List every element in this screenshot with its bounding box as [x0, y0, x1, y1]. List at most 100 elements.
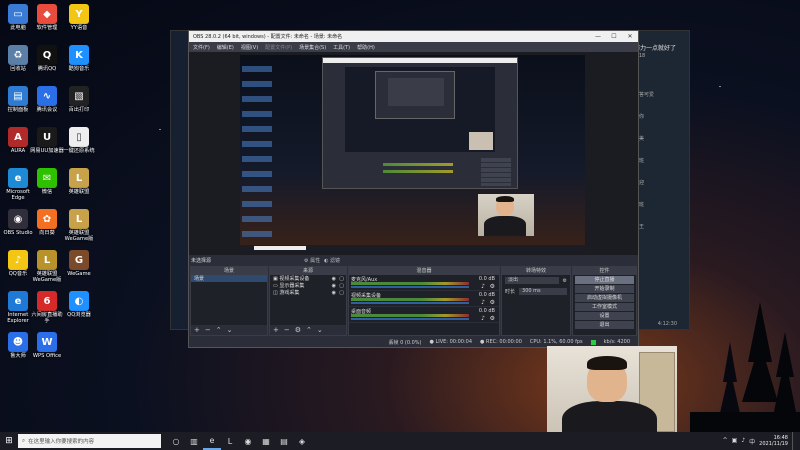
gear-icon[interactable]: ⚙ — [295, 326, 301, 334]
lock-icon[interactable]: ▢ — [339, 290, 344, 296]
duration-label: 时长 — [505, 289, 516, 295]
desktop-icon[interactable]: G WeGame — [61, 250, 97, 278]
move-up-icon[interactable]: ⌃ — [306, 326, 312, 334]
desktop-icon-label: 腾讯QQ — [37, 66, 57, 72]
volume-slider[interactable] — [351, 318, 469, 320]
files-taskbar-icon[interactable]: ▤ — [275, 432, 293, 450]
move-down-icon[interactable]: ⌄ — [227, 326, 233, 334]
control-buttons: 停止直播 开始录制 启动虚拟摄像机 工作室模式 设置 退出 — [573, 276, 636, 329]
clock-date: 2021/11/19 — [759, 441, 788, 447]
obs-taskbar-icon[interactable]: ▥ — [185, 432, 203, 450]
minimize-icon[interactable]: — — [590, 31, 606, 42]
stop-streaming-button[interactable]: 停止直播 — [575, 276, 634, 284]
show-desktop-button[interactable] — [792, 432, 796, 450]
obs-preview-area[interactable] — [189, 52, 638, 265]
app-icon: ▤ — [8, 86, 28, 106]
desktop-icon[interactable]: ▯ 一键还原系统 — [61, 127, 97, 155]
desktop-icon[interactable]: ◐ QQ浏览器 — [61, 291, 97, 319]
start-virtual-camera-button[interactable]: 启动虚拟摄像机 — [575, 294, 634, 302]
edge-taskbar-icon[interactable]: e — [203, 432, 221, 450]
desktop-icon[interactable]: W WPS Office — [29, 332, 65, 360]
filters-button[interactable]: ◐ 滤镜 — [324, 257, 340, 264]
transition-duration-input[interactable]: 300 ms — [519, 288, 567, 295]
desktop-icon[interactable]: Y YY语音 — [61, 4, 97, 32]
desktop-icon[interactable]: ▧ 百出打印 — [61, 86, 97, 114]
transition-type-select[interactable]: 淡出 — [505, 277, 559, 284]
menu-profile[interactable]: 配置文件(P) — [265, 44, 292, 51]
desktop-icon[interactable]: U 网易UU加速器 — [29, 127, 65, 155]
volume-slider[interactable] — [351, 302, 469, 304]
taskbar-clock[interactable]: 16:48 2021/11/19 — [759, 435, 788, 447]
properties-button[interactable]: ⚙ 属性 — [304, 257, 320, 264]
menu-edit[interactable]: 编辑(E) — [217, 44, 234, 51]
start-button[interactable]: ⊞ — [0, 432, 18, 450]
desktop-icon[interactable]: L 英雄联盟 — [61, 168, 97, 196]
desktop-icon[interactable]: 6 六间房直播助手 — [29, 291, 65, 325]
app-taskbar-icon[interactable]: ◈ — [293, 432, 311, 450]
remove-source-button[interactable]: − — [284, 326, 290, 334]
speaker-icon[interactable]: ♪ — [481, 283, 485, 290]
move-down-icon[interactable]: ⌄ — [317, 326, 323, 334]
menu-tools[interactable]: 工具(T) — [333, 44, 350, 51]
obs-title-bar[interactable]: OBS 28.0.2 (64 bit, windows) - 配置文件: 未命名… — [189, 31, 638, 42]
add-source-button[interactable]: + — [273, 326, 279, 334]
taskbar-search-box[interactable]: ⌕ 在这里输入你要搜索的内容 — [18, 434, 161, 448]
speaker-icon[interactable]: ♪ — [481, 315, 485, 322]
add-scene-button[interactable]: + — [194, 326, 200, 334]
desktop-icon[interactable]: ✉ 微信 — [29, 168, 65, 196]
transitions-dock[interactable]: 转场特效 淡出 ⚙ 时长 300 ms — [501, 266, 571, 336]
desktop-icon[interactable]: ◆ 软件管理 — [29, 4, 65, 32]
maximize-icon[interactable]: ☐ — [606, 31, 622, 42]
menu-scene-collection[interactable]: 场景集合(S) — [299, 44, 326, 51]
desktop-icon[interactable]: ∿ 腾讯会议 — [29, 86, 65, 114]
exit-button[interactable]: 退出 — [575, 321, 634, 329]
menu-help[interactable]: 帮助(H) — [357, 44, 375, 51]
scenes-dock[interactable]: 场景 场景 + − ⌃ ⌄ — [190, 266, 268, 336]
source-item[interactable]: ▭ 显示器采集 ◉ ▢ — [270, 282, 346, 289]
move-up-icon[interactable]: ⌃ — [216, 326, 222, 334]
ime-icon[interactable]: 中 — [749, 437, 755, 446]
gear-icon[interactable]: ⚙ — [490, 299, 495, 306]
obs-window[interactable]: OBS 28.0.2 (64 bit, windows) - 配置文件: 未命名… — [188, 30, 639, 348]
tray-overflow-icon[interactable]: ^ — [723, 437, 728, 446]
source-item[interactable]: ▣ 视频采集设备 ◉ ▢ — [270, 275, 346, 282]
menu-file[interactable]: 文件(F) — [193, 44, 210, 51]
explorer-taskbar-icon[interactable]: ▦ — [257, 432, 275, 450]
preview-webcam-source[interactable] — [478, 194, 534, 236]
menu-view[interactable]: 视图(V) — [241, 44, 258, 51]
scene-item[interactable]: 场景 — [191, 275, 267, 282]
start-recording-button[interactable]: 开始录制 — [575, 285, 634, 293]
desktop-icon[interactable]: K 酷狗音乐 — [61, 45, 97, 73]
source-item[interactable]: ◫ 游戏采集 ◉ ▢ — [270, 289, 346, 296]
lol-taskbar-icon[interactable]: L — [221, 432, 239, 450]
task-view-icon[interactable]: ○ — [167, 432, 185, 450]
volume-slider[interactable] — [351, 286, 469, 288]
controls-dock[interactable]: 控件 停止直播 开始录制 启动虚拟摄像机 工作室模式 设置 退出 — [572, 266, 637, 336]
settings-button[interactable]: 设置 — [575, 312, 634, 320]
speaker-icon[interactable]: ♪ — [481, 299, 485, 306]
obs-preview-canvas[interactable] — [240, 55, 585, 251]
desktop-icon-label: 英雄联盟WeGame版 — [64, 230, 94, 242]
gear-icon[interactable]: ⚙ — [563, 278, 567, 284]
gear-icon[interactable]: ⚙ — [490, 315, 495, 322]
gear-icon[interactable]: ⚙ — [490, 283, 495, 290]
desktop-icon[interactable]: ✿ 向日葵 — [29, 209, 65, 237]
volume-meter — [351, 282, 469, 285]
network-icon[interactable]: ▣ — [732, 437, 738, 446]
app-icon: L — [37, 250, 57, 270]
visibility-icon[interactable]: ◉ — [332, 290, 336, 296]
obs-studio-taskbar-icon[interactable]: ◉ — [239, 432, 257, 450]
desktop-icon[interactable]: Q 腾讯QQ — [29, 45, 65, 73]
studio-mode-button[interactable]: 工作室模式 — [575, 303, 634, 311]
desktop-icon[interactable]: L 英雄联盟WeGame版 — [61, 209, 97, 243]
desktop-icon[interactable]: L 英雄联盟WeGame版 — [29, 250, 65, 284]
app-icon: G — [69, 250, 89, 270]
channel-db: 0.0 dB — [478, 292, 495, 298]
volume-icon[interactable]: ♪ — [741, 437, 745, 446]
close-icon[interactable]: ✕ — [622, 31, 638, 42]
sources-dock[interactable]: 来源 ▣ 视频采集设备 ◉ ▢ ▭ 显示器采集 ◉ ▢ ◫ 游戏采集 ◉ ▢ + − ⚙ ⌃ ⌄ — [269, 266, 347, 336]
mixer-dock[interactable]: 混音器 麦克风/Aux 0.0 dB ♪ ⚙ 视频采集设备 0.0 dB ♪ ⚙ 桌面音频 0.0… — [348, 266, 500, 336]
no-source-selected-label: 未选择源 — [191, 258, 212, 264]
app-icon: ◉ — [8, 209, 28, 229]
remove-scene-button[interactable]: − — [205, 326, 211, 334]
